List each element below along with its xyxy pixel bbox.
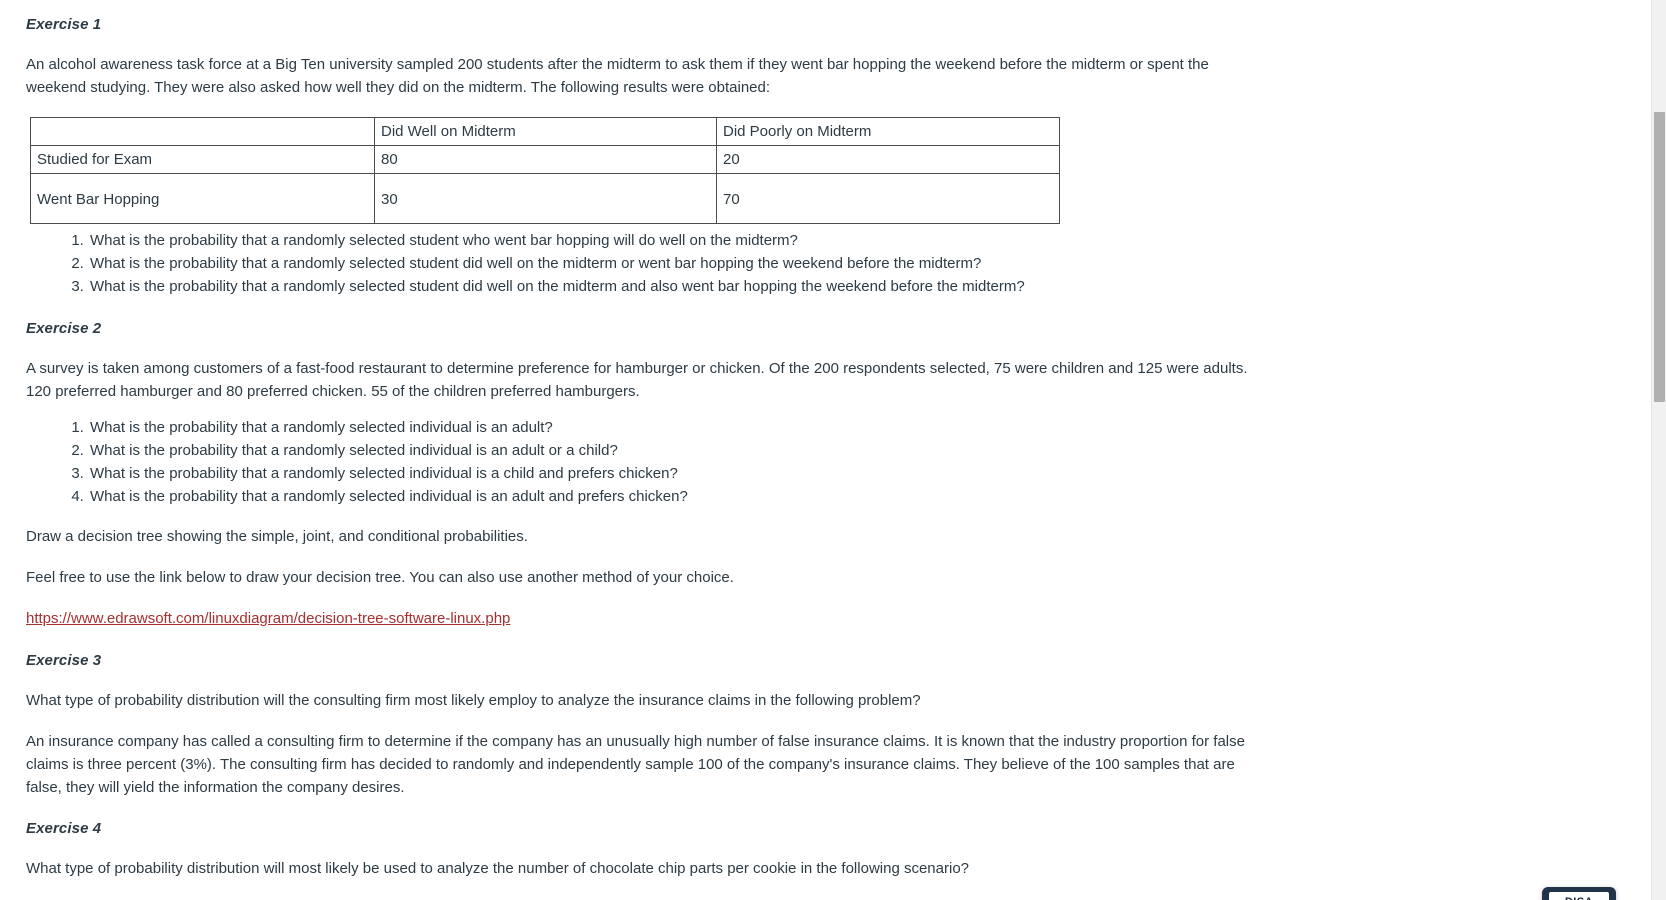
plugin-badge-label: DISA (1565, 896, 1593, 900)
exercise-2-instruction-link-note: Feel free to use the link below to draw … (26, 569, 734, 586)
exercise-2-question-list: What is the probability that a randomly … (26, 417, 1625, 509)
table-header-row: Did Well on Midterm Did Poorly on Midter… (30, 117, 1060, 146)
table-header-cell-blank (30, 117, 375, 146)
exercise-3-scenario-paragraph: An insurance company has called a consul… (26, 733, 1245, 796)
exercise-2-heading: Exercise 2 (26, 319, 102, 337)
document-scroll-area[interactable]: Exercise 1 An alcohol awareness task for… (0, 0, 1651, 900)
decision-tree-software-link[interactable]: https://www.edrawsoft.com/linuxdiagram/d… (26, 610, 510, 627)
table-row: Went Bar Hopping 30 70 (30, 173, 1060, 224)
table-cell-row-label: Went Bar Hopping (30, 173, 375, 224)
list-item: What is the probability that a randomly … (88, 253, 1625, 276)
vertical-scrollbar-thumb[interactable] (1654, 112, 1665, 402)
list-item: What is the probability that a randomly … (88, 440, 1625, 463)
exercise-4-prompt-paragraph: What type of probability distribution wi… (26, 860, 970, 877)
list-item: What is the probability that a randomly … (88, 463, 1625, 486)
table-cell-value: 80 (374, 145, 717, 174)
exercise-2-intro-paragraph: A survey is taken among customers of a f… (26, 359, 1248, 400)
plugin-badge[interactable]: DISA (1542, 887, 1616, 900)
table-header-cell-did-well: Did Well on Midterm (374, 117, 717, 146)
table-row: Studied for Exam 80 20 (30, 145, 1060, 174)
list-item: What is the probability that a randomly … (88, 486, 1625, 509)
table-cell-value: 70 (716, 173, 1060, 224)
plugin-badge-inner-box: DISA (1549, 892, 1609, 900)
table-header-cell-did-poorly: Did Poorly on Midterm (716, 117, 1060, 146)
exercise-3-heading: Exercise 3 (26, 652, 102, 669)
table-cell-value: 20 (716, 145, 1060, 174)
exercise-1-heading: Exercise 1 (26, 16, 102, 33)
table-cell-value: 30 (374, 173, 717, 224)
exercise-3-prompt-paragraph: What type of probability distribution wi… (26, 692, 921, 709)
vertical-scrollbar-track[interactable] (1651, 0, 1666, 900)
document-body: Exercise 1 An alcohol awareness task for… (0, 0, 1651, 900)
midterm-contingency-table: Did Well on Midterm Did Poorly on Midter… (30, 117, 1060, 224)
exercise-1-question-list: What is the probability that a randomly … (26, 230, 1625, 299)
exercise-4-heading: Exercise 4 (26, 820, 102, 837)
decision-tree-link-paragraph: https://www.edrawsoft.com/linuxdiagram/d… (26, 607, 1625, 630)
table-cell-row-label: Studied for Exam (30, 145, 375, 174)
exercise-1-intro-paragraph: An alcohol awareness task force at a Big… (26, 56, 1209, 96)
list-item: What is the probability that a randomly … (88, 276, 1625, 299)
list-item: What is the probability that a randomly … (88, 417, 1625, 440)
page-root: Exercise 1 An alcohol awareness task for… (0, 0, 1666, 900)
list-item: What is the probability that a randomly … (88, 230, 1625, 253)
exercise-2-instruction-draw-tree: Draw a decision tree showing the simple,… (26, 528, 528, 545)
